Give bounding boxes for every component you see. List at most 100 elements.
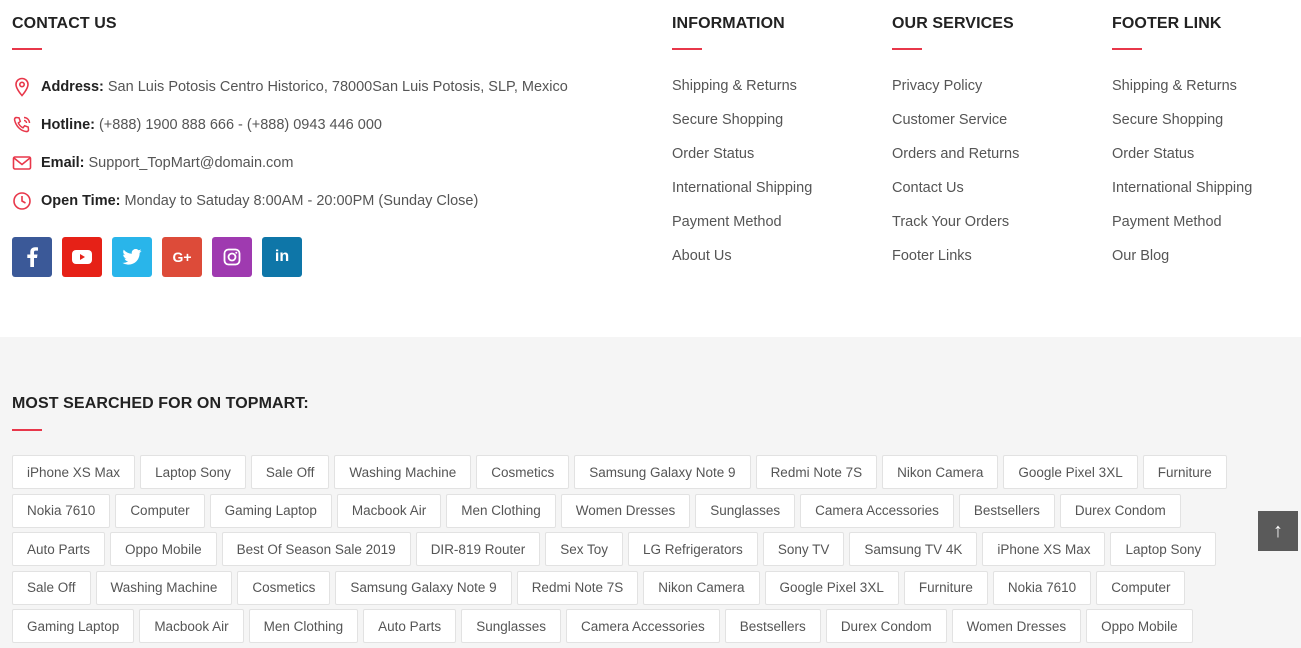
search-tag[interactable]: DIR-819 Router bbox=[415, 532, 541, 566]
email-value[interactable]: Support_TopMart@domain.com bbox=[89, 155, 294, 171]
search-tag[interactable]: iPhone XS Max bbox=[12, 455, 136, 489]
search-tag[interactable]: Cosmetics bbox=[237, 570, 331, 605]
linkedin-icon[interactable]: in bbox=[262, 237, 302, 277]
search-tag[interactable]: Bestsellers bbox=[724, 609, 821, 643]
search-tag[interactable]: Sale Off bbox=[250, 455, 330, 489]
social-links: G+ in bbox=[12, 237, 312, 277]
search-tag[interactable]: Laptop Sony bbox=[140, 455, 246, 489]
search-tag[interactable]: Macbook Air bbox=[139, 609, 244, 643]
information-link[interactable]: About Us bbox=[672, 246, 812, 280]
search-tag[interactable]: Google Pixel 3XL bbox=[1003, 455, 1138, 489]
search-tag[interactable]: Nikon Camera bbox=[643, 570, 760, 605]
search-tag[interactable]: Oppo Mobile bbox=[110, 532, 217, 566]
google-plus-icon[interactable]: G+ bbox=[162, 237, 202, 277]
information-link[interactable]: Order Status bbox=[672, 144, 812, 178]
footer-link[interactable]: Payment Method bbox=[1112, 212, 1252, 246]
footer-top: CONTACT US Address: San Luis Potosis Cen… bbox=[0, 0, 1301, 337]
hotline-label: Hotline: bbox=[41, 117, 95, 133]
information-link[interactable]: Shipping & Returns bbox=[672, 76, 812, 110]
location-pin-icon bbox=[12, 77, 32, 97]
information-link[interactable]: International Shipping bbox=[672, 178, 812, 212]
search-tag[interactable]: Camera Accessories bbox=[565, 609, 720, 643]
heading-underline bbox=[892, 48, 922, 50]
search-tag[interactable]: Women Dresses bbox=[951, 609, 1082, 643]
email-label: Email: bbox=[41, 155, 85, 171]
search-tag[interactable]: Washing Machine bbox=[334, 455, 472, 489]
search-tag[interactable]: Auto Parts bbox=[12, 532, 106, 566]
services-link[interactable]: Track Your Orders bbox=[892, 212, 1019, 246]
contact-open-time: Open Time: Monday to Satuday 8:00AM - 20… bbox=[12, 191, 478, 211]
search-tag[interactable]: Sex Toy bbox=[545, 532, 624, 566]
hotline-value: (+888) 1900 888 666 - (+888) 0943 446 00… bbox=[98, 117, 382, 133]
search-tag[interactable]: Nikon Camera bbox=[882, 455, 999, 489]
services-link[interactable]: Orders and Returns bbox=[892, 144, 1019, 178]
search-tag[interactable]: Washing Machine bbox=[95, 570, 233, 605]
search-tag[interactable]: LG Refrigerators bbox=[628, 532, 758, 566]
youtube-icon[interactable] bbox=[62, 237, 102, 277]
clock-icon bbox=[12, 191, 32, 211]
services-link[interactable]: Contact Us bbox=[892, 178, 1019, 212]
search-tag[interactable]: iPhone XS Max bbox=[982, 532, 1106, 566]
contact-hotline: Hotline: (+888) 1900 888 666 - (+888) 09… bbox=[12, 115, 382, 135]
footer-link[interactable]: Shipping & Returns bbox=[1112, 76, 1252, 110]
envelope-icon bbox=[12, 153, 32, 173]
search-tag[interactable]: Bestsellers bbox=[958, 493, 1055, 528]
services-links: Privacy Policy Customer Service Orders a… bbox=[892, 76, 1019, 280]
footer-link[interactable]: Our Blog bbox=[1112, 246, 1252, 280]
search-tag[interactable]: Redmi Note 7S bbox=[755, 455, 878, 489]
services-link[interactable]: Privacy Policy bbox=[892, 76, 1019, 110]
services-link[interactable]: Footer Links bbox=[892, 246, 1019, 280]
search-tag[interactable]: Furniture bbox=[1142, 455, 1227, 489]
information-link[interactable]: Payment Method bbox=[672, 212, 812, 246]
search-tag[interactable]: Samsung Galaxy Note 9 bbox=[574, 455, 751, 489]
open-time-label: Open Time: bbox=[41, 193, 121, 209]
services-link[interactable]: Customer Service bbox=[892, 110, 1019, 144]
information-link[interactable]: Secure Shopping bbox=[672, 110, 812, 144]
footer-link-heading: FOOTER LINK bbox=[1112, 15, 1222, 32]
search-tag[interactable]: Auto Parts bbox=[363, 609, 457, 643]
search-tag[interactable]: Oppo Mobile bbox=[1086, 609, 1193, 643]
search-tag[interactable]: Sale Off bbox=[12, 570, 91, 605]
search-tag[interactable]: Google Pixel 3XL bbox=[764, 570, 899, 605]
search-tag[interactable]: Redmi Note 7S bbox=[516, 570, 639, 605]
search-tag[interactable]: Durex Condom bbox=[1059, 493, 1181, 528]
footer-link[interactable]: Secure Shopping bbox=[1112, 110, 1252, 144]
search-tag[interactable]: Camera Accessories bbox=[800, 493, 954, 528]
search-tag[interactable]: Samsung TV 4K bbox=[849, 532, 978, 566]
search-tags: iPhone XS Max Laptop Sony Sale Off Washing … bbox=[12, 455, 1282, 648]
contact-email: Email: Support_TopMart@domain.com bbox=[12, 153, 293, 173]
search-tag[interactable]: Laptop Sony bbox=[1110, 532, 1217, 566]
search-tag[interactable]: Sunglasses bbox=[461, 609, 561, 643]
search-tag[interactable]: Computer bbox=[1096, 570, 1186, 605]
facebook-icon[interactable] bbox=[12, 237, 52, 277]
search-tag[interactable]: Men Clothing bbox=[446, 493, 556, 528]
search-tag[interactable]: Furniture bbox=[903, 570, 988, 605]
instagram-icon[interactable] bbox=[212, 237, 252, 277]
search-tag[interactable]: Samsung Galaxy Note 9 bbox=[335, 570, 512, 605]
search-tag[interactable]: Sunglasses bbox=[695, 493, 796, 528]
back-to-top-button[interactable]: ↑ bbox=[1258, 511, 1298, 551]
contact-heading: CONTACT US bbox=[12, 15, 117, 32]
search-tag[interactable]: Cosmetics bbox=[476, 455, 570, 489]
open-time-value: Monday to Satuday 8:00AM - 20:00PM (Sund… bbox=[124, 193, 479, 209]
search-tag[interactable]: Gaming Laptop bbox=[209, 493, 332, 528]
heading-underline bbox=[12, 48, 42, 50]
search-tag[interactable]: Macbook Air bbox=[336, 493, 442, 528]
search-tag[interactable]: Gaming Laptop bbox=[12, 609, 135, 643]
search-tag[interactable]: Nokia 7610 bbox=[12, 493, 111, 528]
search-tag[interactable]: Computer bbox=[115, 493, 205, 528]
footer-link[interactable]: Order Status bbox=[1112, 144, 1252, 178]
search-tag[interactable]: Sony TV bbox=[762, 532, 845, 566]
footer-link[interactable]: International Shipping bbox=[1112, 178, 1252, 212]
search-tag[interactable]: Nokia 7610 bbox=[992, 570, 1092, 605]
search-tag[interactable]: Durex Condom bbox=[825, 609, 947, 643]
footer-link-links: Shipping & Returns Secure Shopping Order… bbox=[1112, 76, 1252, 280]
search-tag[interactable]: Best Of Season Sale 2019 bbox=[221, 532, 411, 566]
twitter-icon[interactable] bbox=[112, 237, 152, 277]
contact-address: Address: San Luis Potosis Centro Histori… bbox=[12, 77, 568, 97]
search-tag[interactable]: Women Dresses bbox=[560, 493, 691, 528]
most-searched-heading: MOST SEARCHED FOR ON TOPMART: bbox=[12, 395, 309, 412]
search-tag[interactable]: Men Clothing bbox=[248, 609, 359, 643]
address-label: Address: bbox=[41, 79, 104, 95]
address-value: San Luis Potosis Centro Historico, 78000… bbox=[107, 79, 568, 95]
